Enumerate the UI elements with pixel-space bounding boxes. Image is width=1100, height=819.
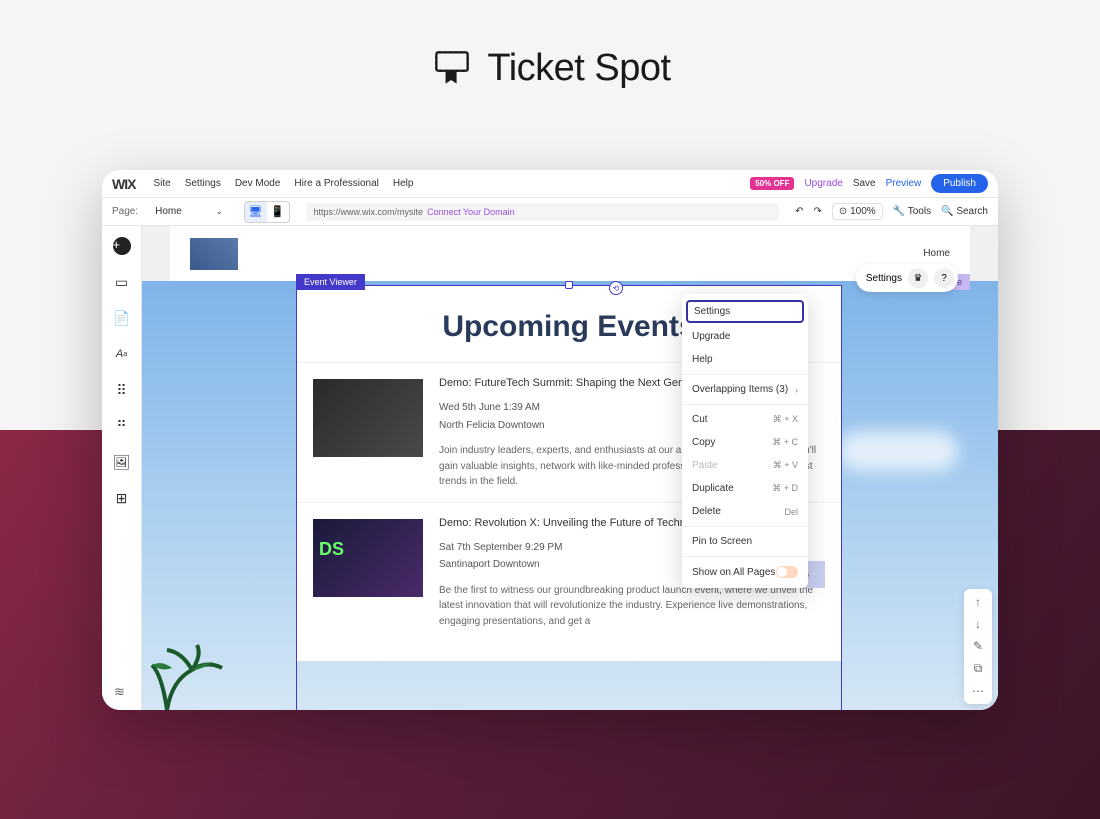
palm-decoration: [147, 640, 237, 710]
cm-divider: [682, 404, 808, 405]
preview-link[interactable]: Preview: [886, 178, 922, 189]
tools-button[interactable]: 🔧 Tools: [893, 206, 931, 217]
cms-icon[interactable]: ⊞: [110, 486, 134, 510]
editor-window: WIX Site Settings Dev Mode Hire a Profes…: [102, 170, 998, 710]
copy-section-icon[interactable]: ⧉: [974, 661, 983, 676]
editor-body: + ▭ 📄 Aa ⠿ ⠛ 🖼 ⊞ ≋ Home Settings ♛ ?: [102, 226, 998, 710]
toggle-switch[interactable]: [776, 566, 798, 578]
widget-settings-pill: Settings ♛ ?: [856, 264, 958, 292]
apps-icon[interactable]: ⠿: [110, 378, 134, 402]
brand-header: Ticket Spot: [0, 45, 1100, 91]
connect-domain-link[interactable]: Connect Your Domain: [427, 207, 515, 217]
add-button[interactable]: +: [110, 234, 134, 258]
arrow-up-icon[interactable]: ↑: [975, 595, 981, 609]
cm-divider: [682, 526, 808, 527]
site-header: Home: [170, 226, 970, 281]
device-toggle: 🖥 📱: [244, 201, 290, 223]
media-icon[interactable]: 🖼: [110, 450, 134, 474]
design-icon[interactable]: Aa: [110, 342, 134, 366]
cm-upgrade[interactable]: Upgrade: [682, 325, 808, 348]
left-rail: + ▭ 📄 Aa ⠿ ⠛ 🖼 ⊞ ≋: [102, 226, 142, 710]
event-image: [313, 379, 423, 457]
site-logo[interactable]: [190, 238, 238, 270]
cm-pin[interactable]: Pin to Screen: [682, 530, 808, 553]
save-link[interactable]: Save: [853, 178, 876, 189]
search-button[interactable]: 🔍 Search: [941, 206, 988, 217]
cm-duplicate[interactable]: Duplicate⌘ + D: [682, 477, 808, 500]
business-icon[interactable]: ⠛: [110, 414, 134, 438]
top-menu-bar: WIX Site Settings Dev Mode Hire a Profes…: [102, 170, 998, 198]
nav-home[interactable]: Home: [923, 248, 950, 259]
cloud-decoration: [838, 431, 958, 471]
widget-label[interactable]: Event Viewer: [296, 274, 365, 290]
redo-icon[interactable]: ↷: [814, 206, 822, 217]
undo-icon[interactable]: ↶: [795, 206, 803, 217]
edit-icon[interactable]: ✎: [973, 639, 983, 653]
sections-icon[interactable]: ▭: [110, 270, 134, 294]
menu-right: 50% OFF Upgrade Save Preview Publish: [750, 174, 988, 193]
url-bar[interactable]: https://www.wix.com/mysite Connect Your …: [306, 203, 780, 221]
crown-icon[interactable]: ♛: [908, 268, 928, 288]
ticket-icon: [429, 45, 475, 91]
menu-help[interactable]: Help: [393, 178, 414, 189]
upgrade-link[interactable]: Upgrade: [804, 178, 842, 189]
page-label: Page:: [112, 206, 138, 217]
page-select[interactable]: Home⌄: [146, 203, 231, 220]
cm-cut[interactable]: Cut⌘ + X: [682, 408, 808, 431]
menu-devmode[interactable]: Dev Mode: [235, 178, 281, 189]
cm-settings[interactable]: Settings: [686, 300, 804, 323]
brand-name: Ticket Spot: [487, 47, 670, 90]
sub-bar: Page: Home⌄ 🖥 📱 https://www.wix.com/mysi…: [102, 198, 998, 226]
desktop-icon[interactable]: 🖥: [245, 202, 267, 222]
zoom-control[interactable]: ⊙ 100%: [832, 203, 883, 220]
event-description: Be the first to witness our groundbreaki…: [439, 583, 825, 630]
cm-overlapping[interactable]: Overlapping Items (3)›: [682, 378, 808, 401]
cm-delete[interactable]: DeleteDel: [682, 500, 808, 523]
layers-icon[interactable]: ≋: [114, 684, 132, 702]
mobile-icon[interactable]: 📱: [267, 202, 289, 222]
cm-help[interactable]: Help: [682, 348, 808, 371]
context-menu: Settings Upgrade Help Overlapping Items …: [682, 294, 808, 588]
menu-settings[interactable]: Settings: [185, 178, 221, 189]
event-image: [313, 519, 423, 597]
menu-site[interactable]: Site: [153, 178, 170, 189]
wix-logo[interactable]: WIX: [112, 176, 135, 192]
widget-settings-label[interactable]: Settings: [866, 273, 902, 284]
more-icon[interactable]: ⋯: [972, 684, 984, 698]
pages-icon[interactable]: 📄: [110, 306, 134, 330]
chevron-down-icon: ⌄: [216, 207, 223, 216]
right-float-toolbar: ↑ ↓ ✎ ⧉ ⋯: [964, 589, 992, 704]
sub-bar-right: ↶ ↷ ⊙ 100% 🔧 Tools 🔍 Search: [795, 203, 988, 220]
menu-hire[interactable]: Hire a Professional: [294, 178, 378, 189]
cm-show-all[interactable]: Show on All Pages: [682, 560, 808, 584]
arrow-down-icon[interactable]: ↓: [975, 617, 981, 631]
chevron-right-icon: ›: [795, 385, 798, 395]
help-icon[interactable]: ?: [934, 268, 954, 288]
menu-items: Site Settings Dev Mode Hire a Profession…: [153, 178, 750, 189]
cm-copy[interactable]: Copy⌘ + C: [682, 431, 808, 454]
cm-paste: Paste⌘ + V: [682, 454, 808, 477]
cm-divider: [682, 556, 808, 557]
canvas[interactable]: Home Settings ♛ ? Section: Welcome Event…: [142, 226, 998, 710]
discount-badge: 50% OFF: [750, 177, 794, 190]
publish-button[interactable]: Publish: [931, 174, 988, 193]
cm-divider: [682, 374, 808, 375]
